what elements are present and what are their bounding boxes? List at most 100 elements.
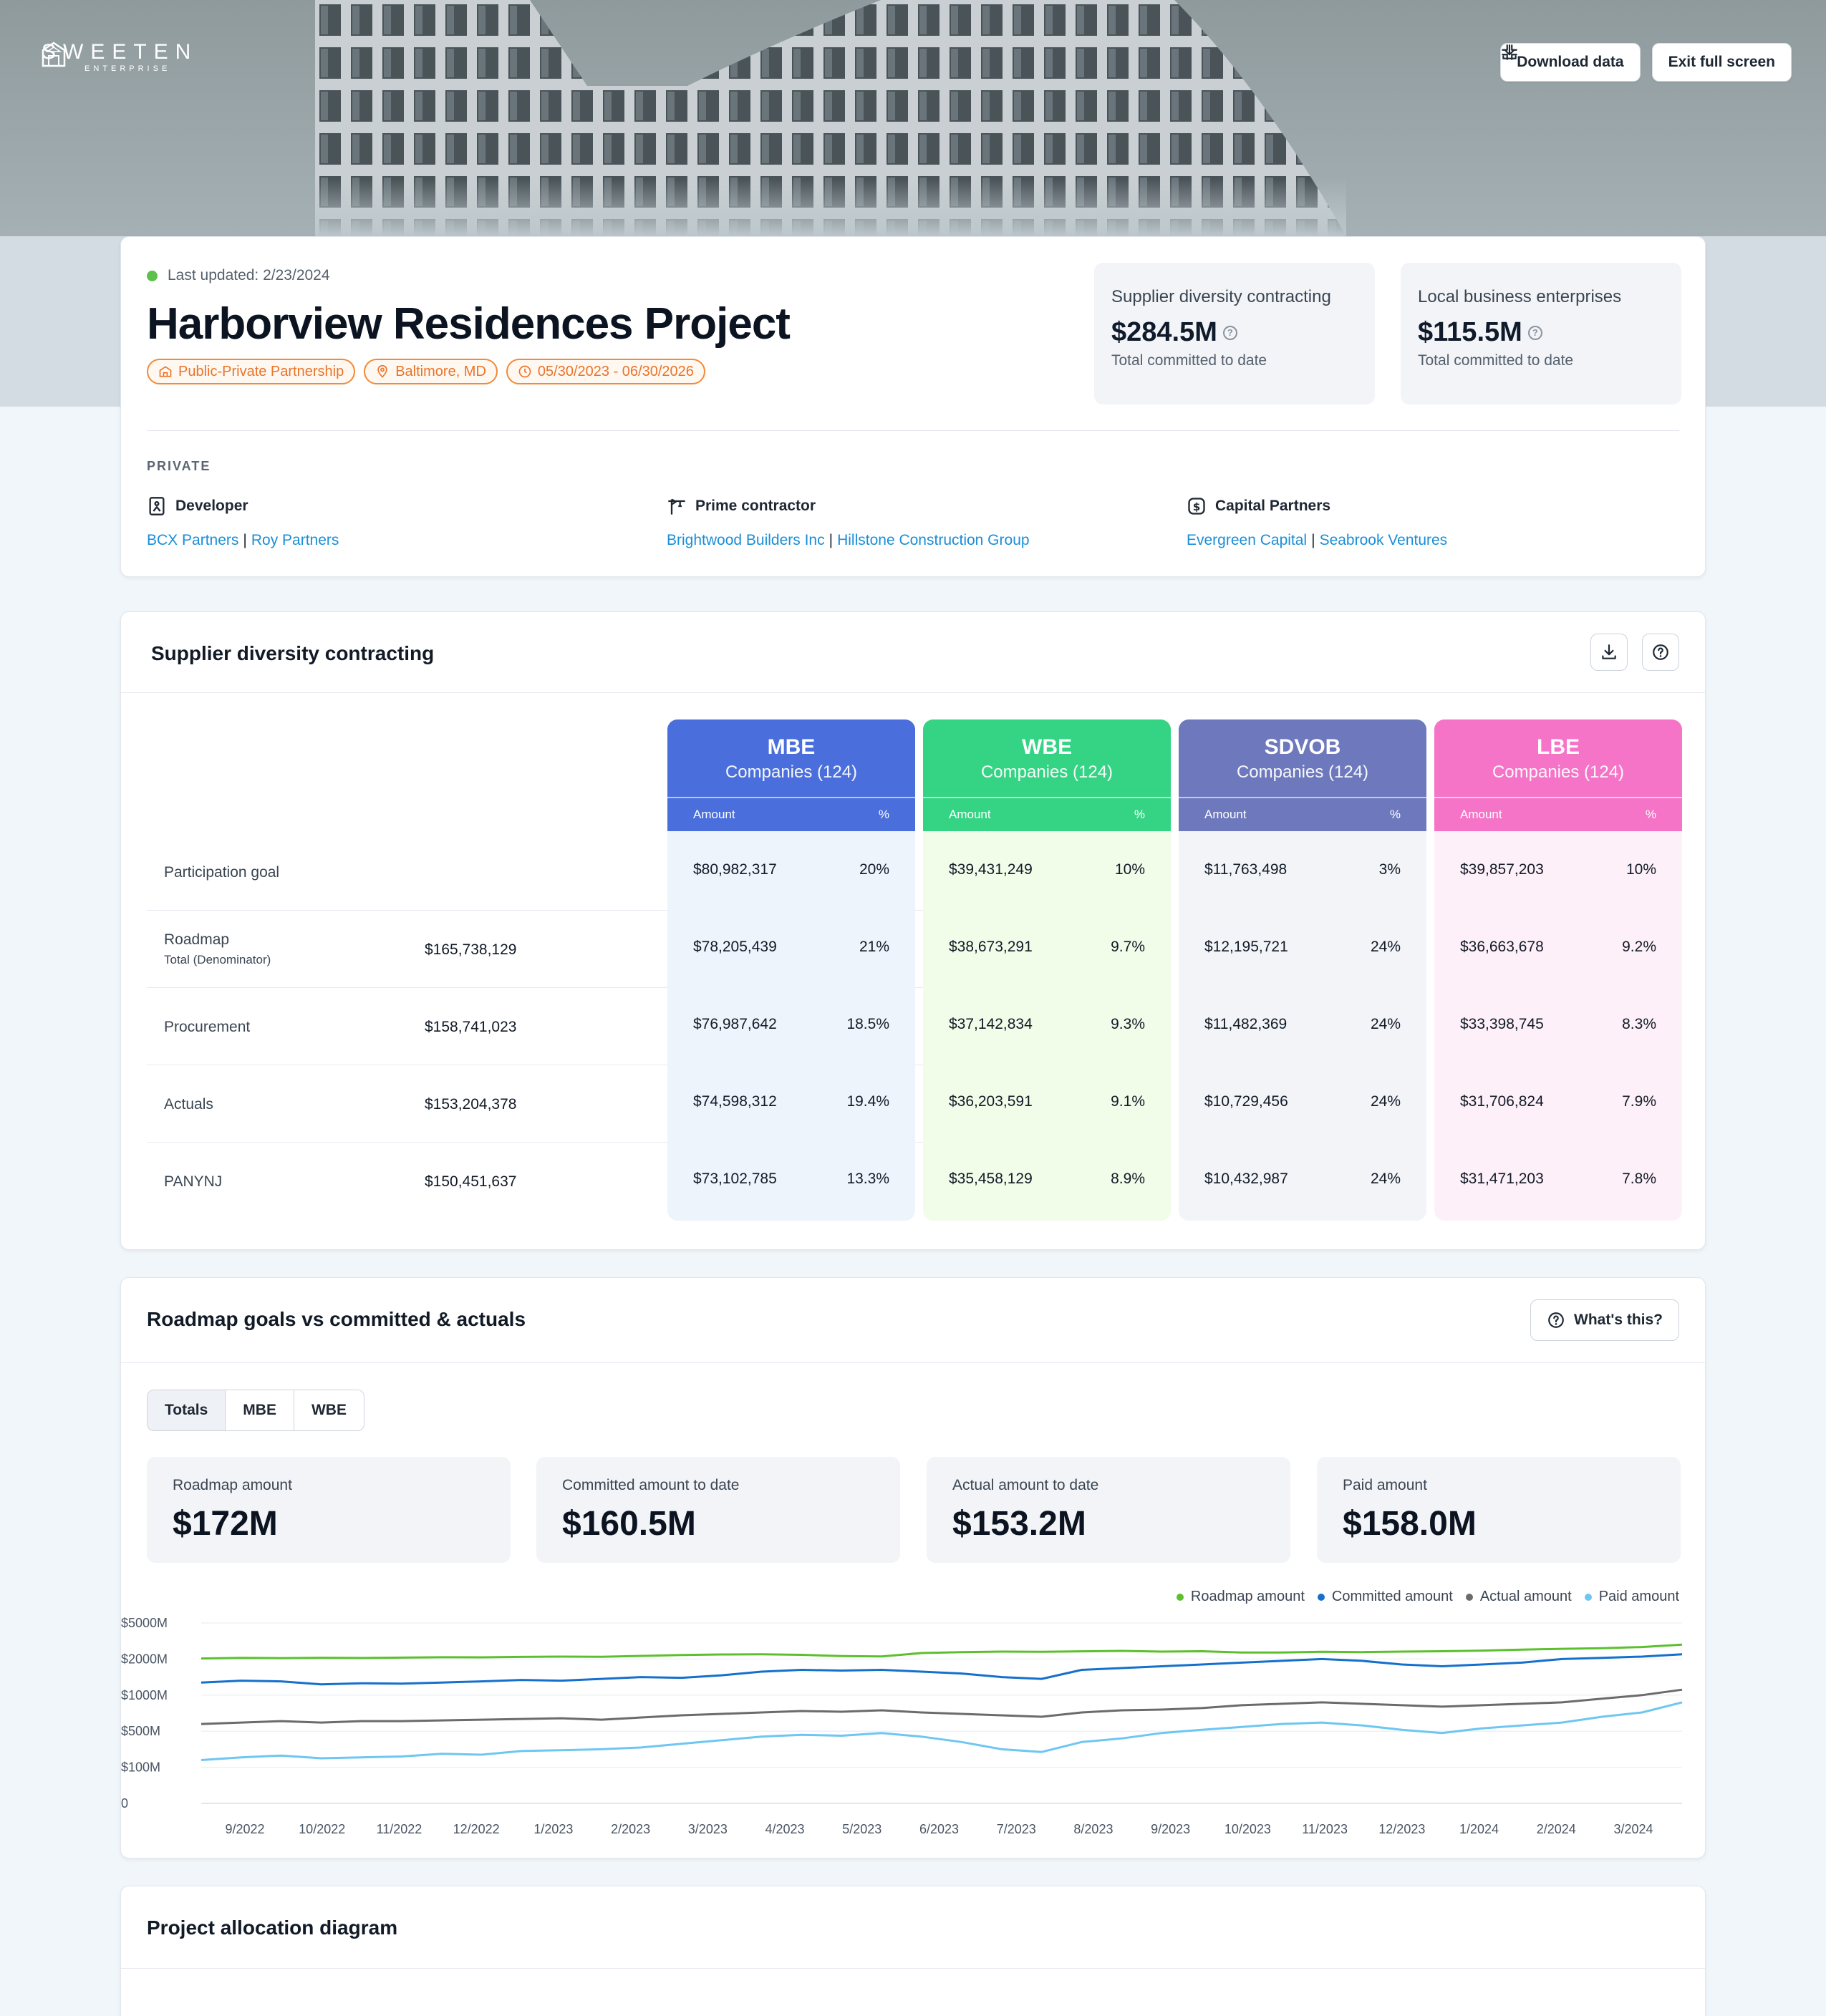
table-cell-row: $11,482,369 24% [1179,986,1426,1063]
section-title: Supplier diversity contracting [151,642,435,664]
category-body: $39,857,203 10% $36,663,678 9.2% $33,398,745… [1434,831,1682,1221]
tag-location: Baltimore, MD [364,359,498,384]
brand-logo[interactable]: SWEETEN ENTERPRISE [42,42,198,73]
tab-wbe[interactable]: WBE [294,1390,364,1430]
line-chart: 0 $100M $500M $1000M $2000M $5000M 9/2022 10/20… [121,1616,1683,1836]
kpi-supplier-diversity: Supplier diversity contracting $284.5M? … [1094,263,1375,404]
tag-partnership: Public-Private Partnership [147,359,356,384]
help-icon[interactable]: ? [1527,325,1542,340]
pct-header: % [1134,808,1145,821]
kpi-sub: Total committed to date [1111,352,1267,369]
table-cell-row: $76,987,642 18.5% [667,986,915,1063]
cell-percent: 19.4% [846,1093,889,1110]
amount-header: Amount [693,808,735,821]
kpi-label: Local business enterprises [1418,287,1622,306]
y-tick-label: 0 [121,1796,128,1811]
party-developer: Developer BCX Partners | Roy Partners [147,497,339,548]
dollar-icon: $ [1188,498,1205,515]
x-tick-label: 4/2023 [765,1822,805,1836]
amount-header: Amount [1460,808,1502,821]
x-tick-label: 12/2022 [453,1822,500,1836]
row-label: Roadmap [164,931,230,948]
help-button[interactable] [1642,634,1679,671]
legend-item[interactable]: Committed amount [1317,1589,1453,1605]
metric-label: Actual amount to date [952,1477,1099,1493]
kpi-sub: Total committed to date [1418,352,1574,369]
y-tick-label: $1000M [121,1688,168,1702]
roadmap-card: Roadmap goals vs committed & actuals Wha… [120,1277,1706,1858]
tab-mbe[interactable]: MBE [226,1390,294,1430]
table-cell-row: $35,458,129 8.9% [923,1140,1171,1218]
kpi-value: $115.5M [1418,317,1522,347]
allocation-card: Project allocation diagram [120,1886,1706,2016]
cell-percent: 10% [1625,861,1656,878]
party-link[interactable]: BCX Partners [147,532,238,548]
category-companies: Companies (124) [1236,762,1369,782]
category-column-wbe: WBE Companies (124) Amount% $39,431,249 10% $… [923,719,1171,1221]
cell-percent: 9.2% [1622,939,1656,955]
party-link[interactable]: Evergreen Capital [1187,532,1307,548]
cell-amount: $35,458,129 [949,1171,1033,1187]
tab-totals[interactable]: Totals [148,1390,226,1430]
download-label: Download data [1517,54,1624,70]
y-tick-label: $2000M [121,1652,168,1666]
section-title: Roadmap goals vs committed & actuals [147,1308,526,1330]
party-link[interactable]: Brightwood Builders Inc [667,532,825,548]
metric-actual: Actual amount to date $153.2M [927,1457,1290,1563]
party-prime-contractor: Prime contractor Brightwood Builders Inc… [667,498,1030,548]
party-link[interactable]: Seabrook Ventures [1320,532,1448,548]
x-tick-label: 11/2023 [1302,1822,1348,1836]
cell-amount: $31,471,203 [1460,1171,1544,1187]
x-tick-label: 12/2023 [1378,1822,1425,1836]
cell-amount: $36,203,591 [949,1093,1033,1110]
x-tick-label: 5/2023 [842,1822,881,1836]
cell-amount: $76,987,642 [693,1016,777,1032]
pct-header: % [1645,808,1656,821]
party-link[interactable]: Hillstone Construction Group [837,532,1029,548]
last-updated-text: Last updated: 2/23/2024 [168,267,330,284]
x-tick-label: 8/2023 [1073,1822,1113,1836]
party-link[interactable]: Roy Partners [251,532,339,548]
x-tick-label: 2/2023 [611,1822,650,1836]
table-cell-row: $10,729,456 24% [1179,1063,1426,1140]
table-cell-row: $39,431,249 10% [923,831,1171,908]
kpi-local-business: Local business enterprises $115.5M? Tota… [1401,263,1681,404]
download-table-button[interactable] [1590,634,1628,671]
category-body: $80,982,317 20% $78,205,439 21% $76,987,642 1… [667,831,915,1221]
cell-percent: 24% [1370,1016,1401,1032]
cell-percent: 8.9% [1111,1171,1145,1187]
tag-label: 05/30/2023 - 06/30/2026 [537,363,694,379]
download-data-button[interactable]: Download data [1500,43,1641,82]
row-total: $150,451,637 [425,1173,517,1190]
category-column-sdvob: SDVOB Companies (124) Amount% $11,763,498 3%… [1179,719,1426,1221]
whats-this-button[interactable]: What's this? [1530,1299,1679,1341]
legend-label: Committed amount [1331,1589,1453,1604]
metric-value: $160.5M [562,1505,696,1543]
exit-full-screen-button[interactable]: Exit full screen [1502,43,1792,82]
legend-item[interactable]: Roadmap amount [1176,1589,1305,1605]
legend-dot-icon [1584,1593,1592,1601]
x-tick-label: 1/2024 [1459,1822,1499,1836]
legend-item[interactable]: Paid amount [1584,1589,1679,1605]
help-icon[interactable]: ? [1222,325,1237,340]
cell-percent: 9.1% [1111,1093,1145,1110]
party-heading: Developer [175,498,248,514]
cell-amount: $11,482,369 [1204,1016,1288,1032]
help-icon [1548,1312,1564,1328]
table-cell-row: $38,673,291 9.7% [923,908,1171,986]
pct-header: % [878,808,889,821]
legend-item[interactable]: Actual amount [1465,1589,1572,1605]
category-subheader: Amount% [1434,797,1682,831]
download-icon [1602,644,1616,659]
legend-dot-icon [1176,1593,1184,1601]
metric-paid: Paid amount $158.0M [1317,1457,1681,1563]
cell-percent: 8.3% [1622,1016,1656,1032]
y-tick-label: $5000M [121,1616,168,1630]
cell-amount: $37,142,834 [949,1016,1033,1032]
cell-amount: $80,982,317 [693,861,777,878]
tab-group: Totals MBE WBE [147,1390,364,1431]
x-tick-label: 6/2023 [919,1822,959,1836]
metric-value: $172M [173,1505,278,1543]
crane-icon [668,498,685,515]
category-header: LBE Companies (124) [1434,719,1682,797]
